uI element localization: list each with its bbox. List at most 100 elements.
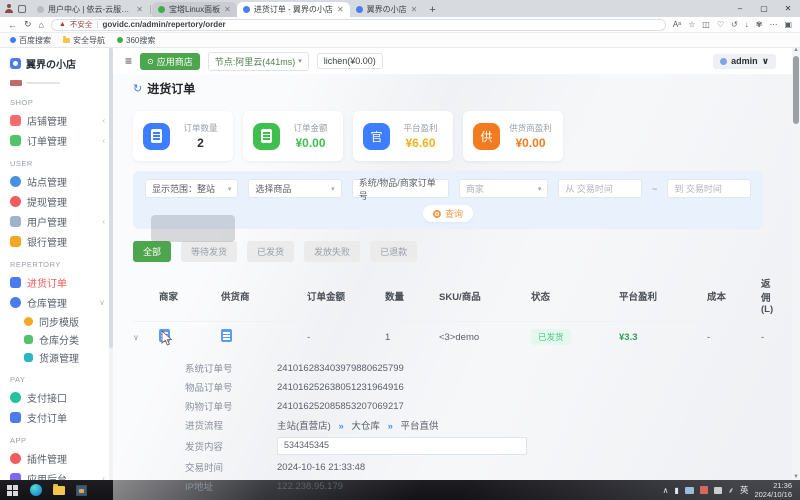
- sidebar-item-app-backend[interactable]: 应用后台 ‹: [10, 468, 113, 480]
- brand-logo-icon: [10, 58, 21, 69]
- tab-shipped[interactable]: 已发货: [247, 241, 295, 262]
- sidebar-section-shop: SHOP: [10, 98, 34, 107]
- collections-icon[interactable]: ♡: [717, 20, 724, 29]
- tab-close-icon[interactable]: ✕: [224, 5, 231, 14]
- sidebar-item-sync-template[interactable]: 同步模版: [10, 312, 113, 330]
- split-screen-icon[interactable]: ◫: [702, 20, 710, 29]
- avatar: [720, 57, 728, 65]
- bookmark-baidu[interactable]: 百度搜索: [10, 35, 51, 46]
- window-close-button[interactable]: ✕: [776, 0, 800, 17]
- home-icon[interactable]: ⌂: [39, 20, 44, 30]
- browser-tab-2[interactable]: 宝塔Linux面板 ✕: [152, 2, 237, 17]
- tab-actions-icon[interactable]: [18, 4, 26, 13]
- browser-tab-1[interactable]: 用户中心 | 依云-云服务器 ✕: [31, 2, 149, 17]
- order-no-input[interactable]: 系统/物品/商家订单号: [351, 178, 449, 201]
- bookmark-360[interactable]: 360搜索: [117, 35, 155, 46]
- supplier-icon[interactable]: [221, 329, 232, 342]
- browser-tab-4[interactable]: 翼界の小店 ✕: [350, 2, 424, 17]
- sidebar-item-site-manage[interactable]: 站点管理: [10, 171, 113, 191]
- sidebar-item-bank-manage[interactable]: 银行管理: [10, 231, 113, 251]
- tab-waiting-ship[interactable]: 等待发货: [181, 241, 238, 262]
- favorite-star-icon[interactable]: ☆: [688, 20, 695, 29]
- supplier-profit-icon: 供: [473, 122, 500, 150]
- flow-arrow-icon: »: [338, 421, 344, 432]
- refresh-icon[interactable]: ↻: [24, 19, 32, 30]
- order-count-icon: [143, 122, 170, 150]
- admin-menu[interactable]: admin ∨: [713, 53, 776, 69]
- window-minimize-button[interactable]: –: [728, 0, 752, 17]
- scroll-down-icon[interactable]: ▼: [793, 474, 799, 480]
- sidebar-item-warehouse-category[interactable]: 仓库分类: [10, 330, 113, 348]
- sidebar-item-pay-interface[interactable]: 支付接口: [10, 387, 113, 407]
- merchant-select[interactable]: 商家 ▾: [458, 179, 549, 198]
- page-scrollbar[interactable]: ▲ ▼: [792, 47, 800, 480]
- purchase-order-icon: [10, 276, 21, 288]
- balance-button[interactable]: lichen(¥0.00): [316, 53, 383, 69]
- time-to-input[interactable]: 到 交易时间: [667, 179, 751, 198]
- search-button[interactable]: 查询: [422, 205, 473, 222]
- tab-failed[interactable]: 发放失败: [304, 241, 361, 262]
- read-aloud-icon[interactable]: Aᵃ: [673, 20, 681, 29]
- sidebar-item-withdraw-manage[interactable]: 提现管理: [10, 191, 113, 211]
- stat-card-order-count: 订单数量 2: [133, 111, 233, 161]
- tab-refunded[interactable]: 已退款: [370, 241, 418, 262]
- product-select[interactable]: 选择商品 ▾: [248, 179, 342, 198]
- warehouse-icon: [10, 296, 21, 308]
- browser-tab-3-active[interactable]: 进货订单 - 翼界の小店 ✕: [236, 2, 350, 17]
- sidebar-item-pay-orders[interactable]: 支付订单: [10, 407, 113, 427]
- copilot-sidebar-icon[interactable]: ▣: [784, 20, 792, 29]
- ship-content-box[interactable]: 534345345: [277, 437, 527, 455]
- page-title-icon: ↻: [133, 83, 143, 95]
- tab-title: 用户中心 | 依云-云服务器: [48, 5, 133, 14]
- sidebar-item-store-manage[interactable]: 店铺管理 ‹: [10, 110, 113, 130]
- node-select[interactable]: 节点:阿里云(441ms) ▾: [207, 51, 309, 71]
- chevron-down-icon: ∨: [99, 297, 105, 307]
- sidebar-item-warehouse-manage[interactable]: 仓库管理 ∨: [10, 292, 113, 312]
- scope-select[interactable]: 显示范围：整站 ▾: [145, 179, 239, 198]
- store-icon: [10, 114, 21, 126]
- stat-card-order-amount: 订单金额 ¥0.00: [243, 111, 343, 161]
- row-expand-toggle[interactable]: ∨: [133, 333, 159, 342]
- start-button[interactable]: [6, 484, 19, 497]
- shopping-order-no: 241016252085853207069217: [277, 400, 404, 412]
- tab-favicon: [242, 6, 250, 13]
- file-explorer-icon[interactable]: [52, 483, 65, 497]
- supply-icon: [24, 352, 33, 362]
- table-row: ∨ - 1 <3>demo 已发货 ¥3.3 - -: [133, 321, 772, 352]
- sidebar-item-user-manage[interactable]: 用户管理 ‹: [10, 211, 113, 231]
- sidebar-item-order-manage[interactable]: 订单管理 ‹: [10, 130, 113, 150]
- purchase-flow: 主站(直营店) » 大仓库 » 平台直供: [277, 421, 439, 432]
- scroll-up-icon[interactable]: ▲: [793, 47, 799, 53]
- edge-taskbar-icon[interactable]: [29, 484, 42, 497]
- back-icon[interactable]: ←: [8, 20, 17, 30]
- sidebar-item-plugin-manage[interactable]: 插件管理: [10, 448, 113, 468]
- tab-close-icon[interactable]: ✕: [136, 5, 143, 14]
- tab-close-icon[interactable]: ✕: [337, 5, 344, 14]
- time-from-input[interactable]: 从 交易时间: [558, 179, 643, 198]
- downloads-icon[interactable]: ↓: [745, 20, 749, 29]
- sidebar-item-supply-manage[interactable]: 货源管理: [10, 348, 113, 366]
- bookmark-safe-nav[interactable]: 安全导航: [63, 35, 105, 46]
- folder-icon: [63, 36, 70, 43]
- user-icon: [10, 215, 21, 227]
- browser-profile-icon[interactable]: [4, 4, 13, 13]
- scrollbar-thumb[interactable]: [793, 56, 799, 124]
- more-menu-icon[interactable]: ⋯: [769, 20, 777, 29]
- tab-all[interactable]: 全部: [133, 241, 172, 262]
- app-store-button[interactable]: ⊙ 应用商店: [140, 52, 200, 70]
- sidebar-item-purchase-orders[interactable]: 进货订单: [10, 272, 113, 292]
- warehouse-category-icon: [24, 334, 33, 344]
- chevron-down-icon: ▾: [298, 58, 302, 65]
- sidebar: 翼界の小店 SHOP 店铺管理 ‹ 订单管理 ‹ USER 站点管理 提现管理 …: [0, 48, 113, 480]
- address-bar[interactable]: ▲ 不安全 | govidc.cn/admin/repertory/order: [50, 18, 666, 31]
- history-icon[interactable]: ↺: [731, 20, 738, 29]
- window-maximize-button[interactable]: ▢: [752, 0, 776, 17]
- chevron-down-icon: ▾: [331, 185, 335, 193]
- hamburger-menu-icon[interactable]: ≡: [125, 54, 132, 68]
- sync-template-icon: [24, 316, 33, 326]
- new-tab-button[interactable]: +: [429, 4, 435, 16]
- status-badge: 已发货: [531, 329, 571, 345]
- extensions-icon[interactable]: ✾: [756, 20, 763, 29]
- tab-close-icon[interactable]: ✕: [411, 5, 418, 14]
- photos-app-icon[interactable]: [75, 484, 88, 497]
